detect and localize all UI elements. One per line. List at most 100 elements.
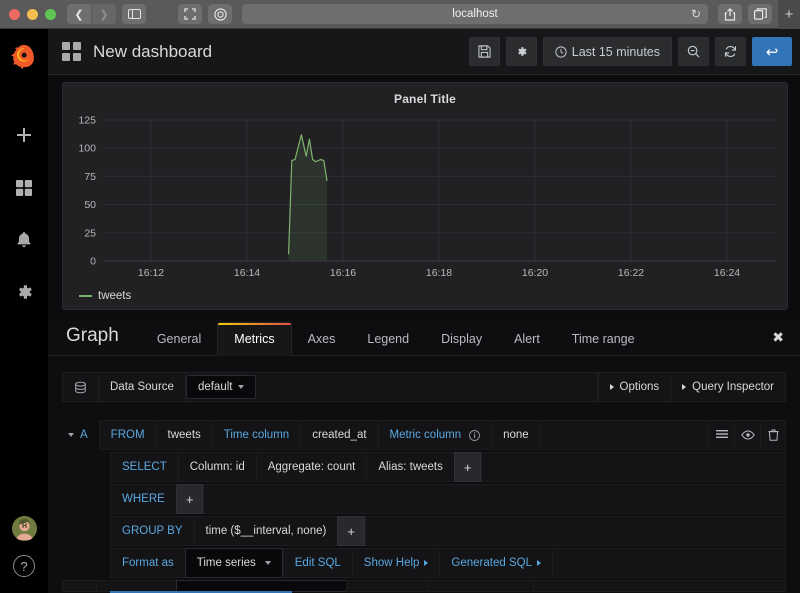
show-help-toggle[interactable]: Show Help xyxy=(351,548,440,578)
metric-column-value[interactable]: none xyxy=(491,420,540,450)
reload-icon[interactable]: ↻ xyxy=(691,7,701,21)
plus-icon xyxy=(14,126,34,149)
options-toggle[interactable]: Options xyxy=(597,373,671,401)
svg-text:75: 75 xyxy=(84,171,96,183)
partial-cell-ref xyxy=(62,580,96,592)
svg-text:16:18: 16:18 xyxy=(426,267,452,279)
dashboard-title-text: New dashboard xyxy=(93,41,213,61)
sidebar-item-alerting[interactable] xyxy=(0,215,48,267)
maximize-window-button[interactable] xyxy=(45,8,56,20)
back-to-dashboard-button[interactable]: ↩ xyxy=(752,37,792,66)
minimize-window-button[interactable] xyxy=(27,8,38,20)
dashboard-header-actions: Last 15 minutes ↩ xyxy=(468,37,792,66)
tab-overview-icon[interactable] xyxy=(748,4,772,24)
groupby-part-time[interactable]: time ($__interval, none) xyxy=(193,516,338,546)
time-range-label: Last 15 minutes xyxy=(571,44,660,59)
eye-icon[interactable] xyxy=(734,420,760,450)
sidebar-item-dashboards[interactable] xyxy=(0,163,48,215)
svg-text:16:14: 16:14 xyxy=(234,267,260,279)
datasource-value: default xyxy=(197,381,233,393)
add-where-part-button[interactable]: + xyxy=(175,484,204,514)
hamburger-icon[interactable] xyxy=(708,420,734,450)
fullscreen-icon[interactable] xyxy=(178,4,202,24)
back-icon[interactable]: ❮ xyxy=(67,4,91,24)
tab-general[interactable]: General xyxy=(141,332,217,356)
groupby-label[interactable]: GROUP BY xyxy=(110,516,194,546)
refresh-button[interactable] xyxy=(715,37,746,66)
select-label[interactable]: SELECT xyxy=(110,452,178,482)
svg-text:16:22: 16:22 xyxy=(618,267,644,279)
time-range-picker[interactable]: Last 15 minutes xyxy=(542,37,672,66)
share-icon[interactable] xyxy=(718,4,742,24)
grafana-logo-icon[interactable] xyxy=(7,41,41,75)
tab-alert[interactable]: Alert xyxy=(498,332,556,356)
sidebar-item-create[interactable] xyxy=(0,111,48,163)
format-as-label: Format as xyxy=(110,548,185,578)
datasource-label: Data Source xyxy=(99,373,186,401)
search-minus-icon xyxy=(687,45,700,58)
tab-legend[interactable]: Legend xyxy=(351,332,425,356)
tab-time-range[interactable]: Time range xyxy=(556,332,651,356)
chevron-right-icon xyxy=(609,384,614,390)
query-row-format: Format as Time series Edit SQL Show Help… xyxy=(62,548,786,578)
svg-text:125: 125 xyxy=(78,115,96,127)
metric-column-label[interactable]: Metric column i xyxy=(377,420,492,450)
browser-toolbar: ❮ ❯ localhost ↻ + xyxy=(0,0,800,29)
options-label: Options xyxy=(619,381,660,393)
avatar[interactable]: H xyxy=(11,516,37,541)
svg-text:16:16: 16:16 xyxy=(330,267,356,279)
svg-text:0: 0 xyxy=(90,256,96,268)
query-tools xyxy=(708,420,786,450)
time-column-label[interactable]: Time column xyxy=(211,420,301,450)
zoom-out-time-button[interactable] xyxy=(678,37,709,66)
select-part-alias[interactable]: Alias: tweets xyxy=(366,452,454,482)
metric-column-text: Metric column xyxy=(389,429,462,441)
format-as-select[interactable]: Time series xyxy=(184,548,283,578)
dashboards-grid-icon xyxy=(14,178,34,201)
dashboard-settings-button[interactable] xyxy=(505,37,537,66)
refresh-icon xyxy=(724,46,737,57)
tab-display[interactable]: Display xyxy=(425,332,498,356)
where-label[interactable]: WHERE xyxy=(110,484,176,514)
datasource-spacer xyxy=(256,373,598,401)
where-row-spacer xyxy=(203,484,786,514)
select-part-column[interactable]: Column: id xyxy=(177,452,256,482)
edit-sql-button[interactable]: Edit SQL xyxy=(282,548,352,578)
clock-icon xyxy=(555,45,567,58)
graph-plot-area[interactable]: 0 25 50 75 100 125 16:12 16:14 16:16 16:18 16:20 16… xyxy=(63,112,787,287)
add-groupby-part-button[interactable]: + xyxy=(337,516,365,546)
new-tab-button[interactable]: + xyxy=(778,0,800,29)
query-ref-id[interactable]: A xyxy=(62,420,99,450)
generated-sql-toggle[interactable]: Generated SQL xyxy=(439,548,552,578)
select-part-aggregate[interactable]: Aggregate: count xyxy=(255,452,367,482)
forward-icon[interactable]: ❯ xyxy=(92,4,116,24)
sidebar-toggle-icon[interactable] xyxy=(122,4,146,24)
info-icon[interactable]: i xyxy=(469,429,481,441)
address-bar[interactable]: localhost ↻ xyxy=(242,4,708,24)
close-window-button[interactable] xyxy=(9,8,20,20)
close-editor-icon[interactable]: ✖ xyxy=(756,329,800,355)
save-dashboard-button[interactable] xyxy=(468,37,500,66)
reader-mode-icon[interactable] xyxy=(208,4,232,24)
from-table-value[interactable]: tweets xyxy=(155,420,212,450)
tab-axes[interactable]: Axes xyxy=(292,332,352,356)
time-column-value[interactable]: created_at xyxy=(300,420,378,450)
tab-metrics[interactable]: Metrics xyxy=(217,322,292,356)
add-select-part-button[interactable]: + xyxy=(453,452,482,482)
svg-text:16:12: 16:12 xyxy=(138,267,164,279)
gear-icon xyxy=(14,282,34,305)
legend-series-label[interactable]: tweets xyxy=(98,290,131,302)
legend-color-swatch xyxy=(79,294,92,298)
page-title[interactable]: New dashboard xyxy=(62,42,212,62)
svg-text:50: 50 xyxy=(84,199,96,211)
format-as-value: Time series xyxy=(196,557,256,569)
graph-svg: 0 25 50 75 100 125 16:12 16:14 16:16 16:18 16:20 16… xyxy=(78,115,775,279)
trash-icon[interactable] xyxy=(760,420,786,450)
from-label[interactable]: FROM xyxy=(98,420,156,450)
sidebar-item-configuration[interactable] xyxy=(0,267,48,319)
panel-title: Panel Title xyxy=(393,92,456,106)
help-icon[interactable]: ? xyxy=(13,555,35,577)
datasource-select[interactable]: default xyxy=(185,375,257,399)
chevron-down-icon xyxy=(238,385,245,389)
query-inspector-toggle[interactable]: Query Inspector xyxy=(670,373,785,401)
